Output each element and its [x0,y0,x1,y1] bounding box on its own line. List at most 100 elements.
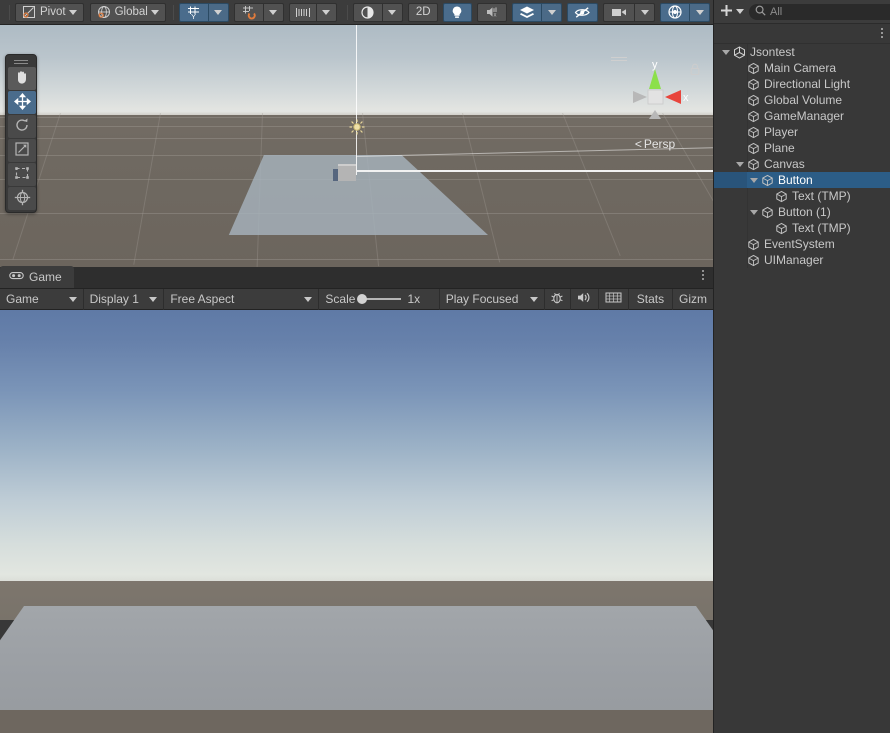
hierarchy-row[interactable]: Directional Light [714,76,890,92]
hierarchy-menu-button[interactable] [881,28,883,38]
gizmos-group [660,2,710,22]
rotate-tool-button[interactable] [8,115,36,138]
gizmos-dropdown[interactable] [690,2,710,22]
chevron-down-icon[interactable] [750,209,758,215]
scene-camera-button[interactable] [603,2,635,22]
increment-snap-toggle[interactable] [233,2,264,22]
transform-tool-button[interactable] [8,187,36,210]
hierarchy-row-label: Text (TMP) [792,221,851,235]
ruler-toggle[interactable] [288,2,317,22]
lighting-toggle[interactable] [442,2,472,22]
hierarchy-row[interactable]: Global Volume [714,92,890,108]
magnet-snap-icon [241,5,257,20]
scale-slider[interactable] [357,294,402,304]
game-view[interactable] [0,310,713,733]
chevron-down-icon[interactable] [68,9,77,15]
audio-muted-icon: x [484,5,500,19]
hierarchy-row[interactable]: Text (TMP) [714,188,890,204]
game-view-mode-dropdown[interactable]: Game [0,288,84,310]
shaded-sphere-icon [360,5,375,20]
hierarchy-row[interactable]: EventSystem [714,236,890,252]
debug-toggle[interactable] [545,288,571,310]
hierarchy-row[interactable]: Plane [714,140,890,156]
tab-game[interactable]: Game [0,266,74,288]
mute-audio-toggle[interactable] [571,288,599,310]
display-dropdown[interactable]: Display 1 [84,288,165,310]
hierarchy-row[interactable]: Text (TMP) [714,220,890,236]
effects-icon [519,5,535,20]
chevron-down-icon[interactable] [150,9,159,15]
shading-mode-dropdown[interactable] [382,2,403,22]
increment-snap-group [233,2,284,22]
fx-dropdown[interactable] [542,2,562,22]
gizmos-globe-icon [667,4,683,20]
fx-toggle[interactable] [512,2,542,22]
chevron-down-icon[interactable] [750,177,758,183]
increment-snap-dropdown[interactable] [263,2,284,22]
hand-icon [14,69,30,88]
hierarchy-row[interactable]: Player [714,124,890,140]
chevron-down-icon [388,9,397,15]
audio-toggle[interactable]: x [477,2,507,22]
ruler-icon [295,6,311,19]
rect-tool-button[interactable] [8,163,36,186]
hierarchy-row[interactable]: Jsontest [714,44,890,60]
scale-slider-group[interactable]: Scale 1x [319,288,440,310]
chevron-down-icon[interactable] [722,49,730,55]
gameobject-cube-icon [761,174,774,187]
search-input[interactable] [770,5,890,18]
move-arrows-icon [13,92,31,113]
camera-dropdown[interactable] [635,2,655,22]
gameobject-cube-icon [747,254,760,267]
chevron-down-icon[interactable] [736,161,744,167]
bug-icon [550,291,564,308]
game-tab-row: Game [0,266,713,289]
player-cube-object[interactable] [338,164,356,181]
hierarchy-row[interactable]: Main Camera [714,60,890,76]
move-tool-button[interactable] [8,91,36,114]
game-panel-menu-button[interactable] [702,270,704,280]
play-mode-dropdown[interactable]: Play Focused [440,288,545,310]
add-gameobject-button[interactable] [717,3,746,21]
pivot-button[interactable]: Pivot [15,2,84,22]
grid-toggle-button[interactable] [599,288,629,310]
hidden-objects-toggle[interactable] [567,2,598,22]
scale-tool-button[interactable] [8,139,36,162]
chevron-down-icon [529,296,538,302]
scene-orientation-gizmo[interactable]: y x < Persp [607,53,703,153]
perspective-label-group[interactable]: < Persp [607,137,703,151]
hierarchy-row[interactable]: Button [714,172,890,188]
chevron-down-icon[interactable] [736,9,744,14]
gameobject-cube-icon [747,238,760,251]
hierarchy-row[interactable]: GameManager [714,108,890,124]
shading-mode-button[interactable] [352,2,383,22]
scene-toolbar: Pivot Global Y 2D x [0,0,713,25]
scene-tools-palette [5,54,37,213]
gameobject-cube-icon [775,222,788,235]
gizmos-button[interactable]: Gizm [673,289,713,310]
game-toolbar: Game Display 1 Free Aspect Scale 1x Play… [0,288,713,310]
hierarchy-row[interactable]: Button (1) [714,204,890,220]
hierarchy-search-box[interactable] [749,3,890,20]
lightbulb-icon [450,5,464,20]
scale-slider-knob[interactable] [357,294,368,304]
hierarchy-row[interactable]: UIManager [714,252,890,268]
hand-tool-button[interactable] [8,67,36,90]
aspect-ratio-dropdown[interactable]: Free Aspect [164,288,320,310]
hierarchy-row[interactable]: Canvas [714,156,890,172]
unity-editor-window: Pivot Global Y 2D x y x < Persp Game Gam… [0,0,890,733]
gizmos-toggle[interactable] [660,2,690,22]
directional-light-gizmo[interactable] [349,119,365,135]
stats-button[interactable]: Stats [629,288,673,310]
global-button[interactable]: Global [89,2,166,22]
speaker-icon [576,291,592,307]
grid-snap-toggle[interactable]: Y [178,2,209,22]
display-label: Display 1 [89,292,139,306]
toggle-2d-button[interactable]: 2D [407,2,438,22]
palette-drag-handle[interactable] [8,57,34,66]
canvas-guide-line [356,170,713,172]
ruler-dropdown[interactable] [316,2,337,22]
grid-snap-dropdown[interactable] [208,2,229,22]
hierarchy-toolbar [714,0,890,24]
scene-view[interactable]: y x < Persp [0,25,713,267]
